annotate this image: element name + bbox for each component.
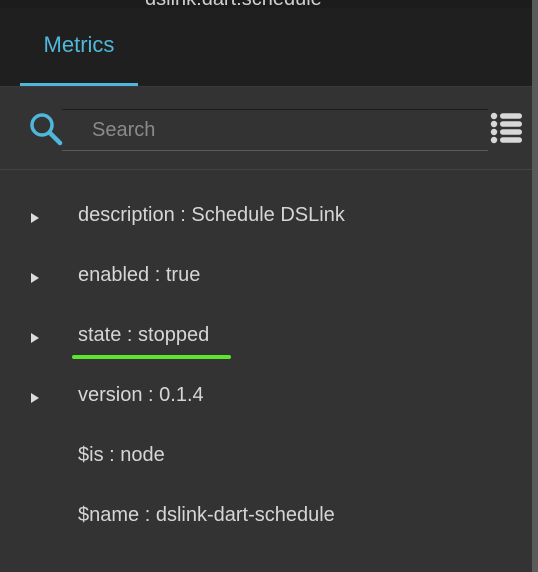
search-bar <box>0 87 532 170</box>
property-text: description : Schedule DSLink <box>78 204 345 226</box>
property-text: enabled : true <box>78 264 201 286</box>
caret-right-icon[interactable] <box>31 213 39 223</box>
tab-bar: Metrics <box>0 8 532 87</box>
top-strip: dslink:dart:schedule <box>0 0 538 8</box>
caret-right-icon[interactable] <box>31 393 39 403</box>
scrollbar[interactable] <box>532 0 538 572</box>
search-field <box>62 109 488 151</box>
property-row-state[interactable]: state : stopped <box>0 306 532 366</box>
property-row-is[interactable]: $is : node <box>0 426 532 486</box>
property-row-version[interactable]: version : 0.1.4 <box>0 366 532 426</box>
list-icon[interactable] <box>490 112 524 144</box>
search-icon[interactable] <box>28 111 64 147</box>
property-text: state : stopped <box>78 324 210 346</box>
caret-right-icon[interactable] <box>31 273 39 283</box>
highlight-underline <box>72 355 231 359</box>
search-input[interactable] <box>92 110 482 150</box>
property-text: $name : dslink-dart-schedule <box>78 504 335 526</box>
caret-right-icon[interactable] <box>31 333 39 343</box>
tab-active-indicator <box>20 83 138 86</box>
property-text: version : 0.1.4 <box>78 384 204 406</box>
property-row-enabled[interactable]: enabled : true <box>0 246 532 306</box>
tab-metrics-label: Metrics <box>43 32 115 57</box>
metrics-panel-window: dslink:dart:schedule Metrics description… <box>0 0 538 572</box>
top-strip-text: dslink:dart:schedule <box>145 0 322 8</box>
property-row-name[interactable]: $name : dslink-dart-schedule <box>0 486 532 546</box>
tab-metrics[interactable]: Metrics <box>20 8 138 86</box>
property-text: $is : node <box>78 444 165 466</box>
property-row-description[interactable]: description : Schedule DSLink <box>0 186 532 246</box>
